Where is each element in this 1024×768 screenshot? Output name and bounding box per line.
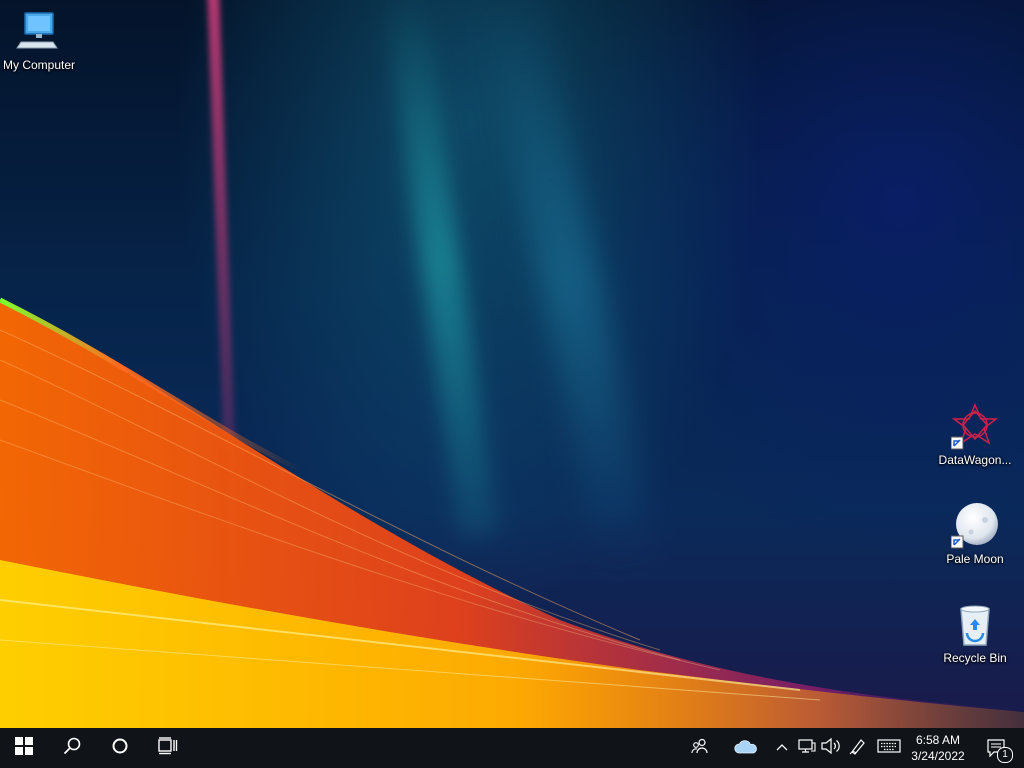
wallpaper-wave: [0, 297, 1024, 728]
action-center-icon: 1: [985, 737, 1013, 763]
search-button[interactable]: [48, 728, 96, 768]
chevron-up-icon: [776, 739, 788, 757]
task-view-button[interactable]: [144, 728, 192, 768]
cortana-circle-icon: [111, 737, 129, 760]
network-icon: [798, 738, 816, 759]
recycle-bin-icon: [951, 601, 999, 649]
computer-icon: [15, 8, 63, 56]
pen-workspace-button[interactable]: [846, 728, 870, 768]
desktop-icon-recycle-bin[interactable]: Recycle Bin: [936, 601, 1014, 665]
action-center-button[interactable]: 1: [976, 728, 1016, 768]
cortana-button[interactable]: [96, 728, 144, 768]
notification-count-badge: 1: [997, 747, 1013, 763]
pale-moon-icon: [950, 502, 999, 550]
desktop-icon-datawagon[interactable]: DataWagon...: [936, 403, 1014, 467]
desktop-icon-label: My Computer: [2, 58, 76, 72]
windows-logo-icon: [15, 736, 33, 760]
search-icon: [63, 737, 81, 760]
datawagon-icon: [950, 403, 999, 451]
people-button[interactable]: [684, 728, 716, 768]
start-button[interactable]: [0, 728, 48, 768]
people-icon: [691, 738, 709, 759]
volume-icon: [821, 737, 841, 759]
volume-button[interactable]: [820, 728, 842, 768]
clock-time: 6:58 AM: [915, 733, 961, 747]
desktop-icon-label: Recycle Bin: [943, 651, 1007, 665]
touch-keyboard-button[interactable]: [874, 728, 904, 768]
touch-keyboard-icon: [877, 738, 901, 758]
show-hidden-icons-button[interactable]: [772, 728, 792, 768]
desktop[interactable]: My Computer DataWagon... Pale Moon Recyc…: [0, 0, 1024, 728]
onedrive-button[interactable]: [730, 728, 762, 768]
task-view-icon: [158, 736, 178, 760]
taskbar: 6:58 AM 3/24/2022 1: [0, 728, 1024, 768]
pen-workspace-icon: [849, 737, 867, 760]
desktop-icon-my-computer[interactable]: My Computer: [0, 8, 78, 72]
desktop-icon-label: DataWagon...: [938, 453, 1012, 467]
desktop-icon-label: Pale Moon: [946, 552, 1004, 566]
network-button[interactable]: [796, 728, 818, 768]
clock-date: 3/24/2022: [911, 749, 965, 763]
desktop-icon-pale-moon[interactable]: Pale Moon: [936, 502, 1014, 566]
onedrive-cloud-icon: [734, 738, 758, 759]
taskbar-clock[interactable]: 6:58 AM 3/24/2022: [904, 728, 972, 768]
